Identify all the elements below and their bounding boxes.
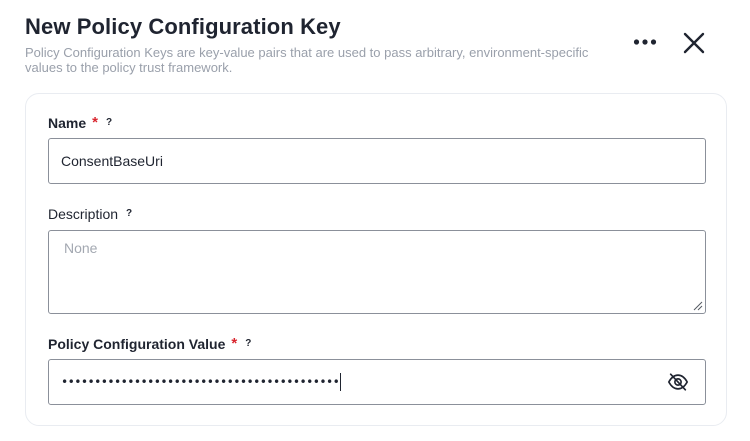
dialog-subtitle-line-2: values to the policy trust framework. bbox=[25, 60, 233, 75]
config-value-input[interactable]: ••••••••••••••••••••••••••••••••••••••••… bbox=[48, 359, 706, 405]
more-horizontal-icon bbox=[633, 39, 657, 45]
eye-off-icon[interactable] bbox=[667, 371, 689, 393]
description-label-row: Description ? bbox=[48, 205, 132, 223]
name-label-row: Name * ? bbox=[48, 114, 112, 132]
close-icon bbox=[683, 32, 705, 54]
name-input-value: ConsentBaseUri bbox=[61, 153, 163, 169]
config-value-label: Policy Configuration Value bbox=[48, 336, 226, 352]
dialog-header: New Policy Configuration Key Policy Conf… bbox=[25, 12, 615, 75]
description-help-icon[interactable]: ? bbox=[126, 205, 132, 223]
config-value-help-icon[interactable]: ? bbox=[245, 335, 251, 353]
name-required-mark: * bbox=[92, 114, 98, 131]
dialog-title: New Policy Configuration Key bbox=[25, 14, 341, 39]
name-help-icon[interactable]: ? bbox=[106, 114, 112, 132]
config-value-masked: ••••••••••••••••••••••••••••••••••••••••… bbox=[61, 375, 340, 389]
form-card: Name * ? ConsentBaseUri Description ? No… bbox=[25, 93, 727, 426]
description-textarea[interactable]: None bbox=[48, 230, 706, 314]
name-input[interactable]: ConsentBaseUri bbox=[48, 138, 706, 184]
close-button[interactable] bbox=[678, 27, 710, 59]
more-options-button[interactable] bbox=[628, 28, 662, 56]
config-value-required-mark: * bbox=[231, 335, 238, 352]
description-placeholder: None bbox=[64, 240, 98, 256]
resize-handle-icon[interactable] bbox=[693, 301, 703, 311]
name-label: Name bbox=[48, 115, 87, 131]
description-label: Description bbox=[48, 206, 119, 222]
config-value-label-row: Policy Configuration Value * ? bbox=[48, 335, 251, 353]
text-caret bbox=[340, 373, 342, 391]
dialog-subtitle-line-1: Policy Configuration Keys are key-value … bbox=[25, 45, 589, 60]
dialog-subtitle: Policy Configuration Keys are key-value … bbox=[25, 45, 615, 75]
